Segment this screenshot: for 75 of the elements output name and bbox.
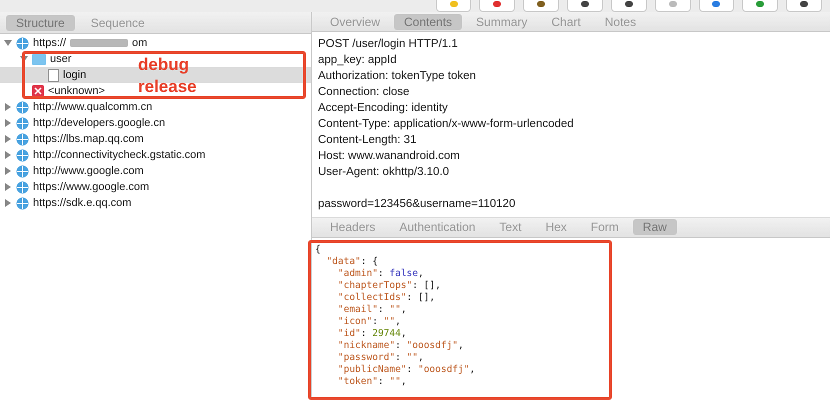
folder-icon xyxy=(32,53,46,65)
request-line: Content-Length: 31 xyxy=(318,134,416,146)
globe-icon xyxy=(16,132,29,146)
request-line: Accept-Encoding: identity xyxy=(318,102,448,114)
view-tab[interactable]: Text xyxy=(489,219,532,236)
disclosure-triangle-icon[interactable] xyxy=(4,183,12,191)
tree-label[interactable]: user xyxy=(50,53,72,65)
code-line: "token": "", xyxy=(336,376,408,388)
toolbar-button[interactable] xyxy=(786,0,822,12)
annotation-text: debug xyxy=(138,54,190,76)
request-line: Connection: close xyxy=(318,86,410,98)
toolbar-button[interactable] xyxy=(610,0,647,12)
disclosure-triangle-icon[interactable] xyxy=(4,103,12,111)
view-tab[interactable]: Form xyxy=(580,219,629,236)
redacted-block xyxy=(70,39,128,47)
request-line: Host: www.wanandroid.com xyxy=(318,150,460,162)
view-tab[interactable]: Summary xyxy=(466,14,538,30)
code-line: "nickname": "ooosdfj", xyxy=(336,340,465,352)
view-tab[interactable]: Raw xyxy=(632,219,677,236)
annotation-text: release xyxy=(138,76,197,98)
view-tab[interactable]: Sequence xyxy=(80,14,155,30)
toolbar-button[interactable] xyxy=(698,0,734,12)
globe-icon xyxy=(16,148,29,162)
request-line: POST /user/login HTTP/1.1 xyxy=(318,38,458,50)
toolbar-button[interactable] xyxy=(479,0,516,12)
tree-label[interactable]: https://sdk.e.qq.com xyxy=(33,197,132,209)
disclosure-triangle-icon[interactable] xyxy=(4,167,12,175)
host-label: https:// xyxy=(33,37,66,49)
view-tab[interactable]: Contents xyxy=(394,14,462,30)
code-line: { xyxy=(315,244,322,256)
code-line: "password": "", xyxy=(336,352,425,364)
view-tab[interactable]: Overview xyxy=(320,14,390,30)
request-line: app_key: appId xyxy=(318,54,397,66)
view-tab[interactable]: Hex xyxy=(535,219,577,236)
request-line: Authorization: tokenType token xyxy=(318,70,476,82)
globe-icon xyxy=(16,180,29,194)
globe-icon xyxy=(16,164,29,178)
tree-label[interactable]: http://www.google.com xyxy=(33,165,144,177)
view-tab[interactable]: Structure xyxy=(6,14,75,30)
tree-label[interactable]: https://www.google.com xyxy=(33,181,150,193)
disclosure-triangle-icon[interactable] xyxy=(4,135,12,143)
code-line: "email": "", xyxy=(336,304,408,316)
error-icon xyxy=(32,85,44,97)
tree-label[interactable]: http://developers.google.cn xyxy=(33,117,166,129)
globe-icon xyxy=(16,196,29,210)
disclosure-triangle-icon[interactable] xyxy=(4,151,12,159)
view-tab[interactable]: Notes xyxy=(594,14,646,30)
code-line: "id": 29744, xyxy=(336,328,408,340)
document-icon xyxy=(48,68,59,82)
globe-icon xyxy=(16,100,29,114)
toolbar-button[interactable] xyxy=(567,0,603,12)
tree-label[interactable]: http://www.qualcomm.cn xyxy=(33,101,152,113)
request-body: password=123456&username=110120 xyxy=(318,198,516,210)
request-line: Content-Type: application/x-www-form-urlencoded xyxy=(318,118,574,130)
code-line: "admin": false, xyxy=(336,268,425,280)
view-tab[interactable]: Authentication xyxy=(389,219,486,236)
code-line: "publicName": "ooosdfj", xyxy=(336,364,476,376)
disclosure-triangle-icon[interactable] xyxy=(4,199,12,207)
code-line: "chapterTops": [], xyxy=(336,280,442,292)
tree-label[interactable]: <unknown> xyxy=(48,85,105,97)
code-line: "data": { xyxy=(325,256,379,268)
request-line: User-Agent: okhttp/3.10.0 xyxy=(318,166,450,178)
host-label: om xyxy=(132,37,148,49)
code-line: "icon": "", xyxy=(336,316,402,328)
globe-icon xyxy=(16,36,29,50)
disclosure-triangle-icon[interactable] xyxy=(4,39,12,47)
tree-label[interactable]: http://connectivitycheck.gstatic.com xyxy=(33,149,206,161)
toolbar-button[interactable] xyxy=(523,0,560,12)
tree-label[interactable]: https://lbs.map.qq.com xyxy=(33,133,144,145)
disclosure-triangle-icon[interactable] xyxy=(4,119,12,127)
view-tab[interactable]: Headers xyxy=(320,219,386,236)
tree-label[interactable]: login xyxy=(63,69,86,81)
globe-icon xyxy=(16,116,29,130)
code-line: "collectIds": [], xyxy=(336,292,436,304)
view-tab[interactable]: Chart xyxy=(541,14,591,30)
